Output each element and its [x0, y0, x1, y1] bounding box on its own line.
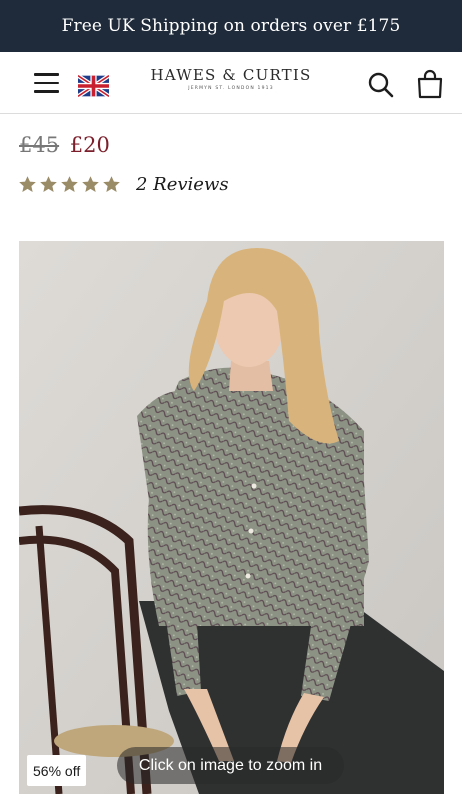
discount-badge: 56% off	[27, 755, 87, 786]
star-icon	[82, 176, 99, 192]
zoom-hint-button[interactable]: Click on image to zoom in	[117, 747, 344, 784]
sale-price: £20	[69, 133, 110, 157]
reviews-link[interactable]: 2 Reviews	[136, 174, 229, 195]
brand-tagline: JERMYN ST. LONDON 1913	[188, 86, 274, 91]
brand-logo[interactable]: HAWES & CURTIS JERMYN ST. LONDON 1913	[140, 66, 322, 91]
product-image[interactable]	[19, 241, 444, 794]
product-price: £45 £20	[19, 133, 110, 157]
star-icon	[19, 176, 36, 192]
site-header: HAWES & CURTIS JERMYN ST. LONDON 1913	[0, 52, 462, 114]
star-icon	[103, 176, 120, 192]
product-rating: 2 Reviews	[18, 174, 229, 195]
brand-name: HAWES & CURTIS	[150, 66, 312, 84]
shopping-bag-icon[interactable]	[416, 69, 444, 99]
original-price: £45	[19, 133, 60, 157]
search-icon[interactable]	[368, 72, 394, 98]
uk-flag-icon[interactable]	[78, 75, 109, 97]
star-icon	[40, 176, 57, 192]
star-rating	[18, 175, 121, 194]
shipping-banner-text: Free UK Shipping on orders over £175	[61, 16, 401, 36]
shipping-banner: Free UK Shipping on orders over £175	[0, 0, 462, 52]
star-icon	[61, 176, 78, 192]
hamburger-menu-icon[interactable]	[34, 73, 59, 93]
